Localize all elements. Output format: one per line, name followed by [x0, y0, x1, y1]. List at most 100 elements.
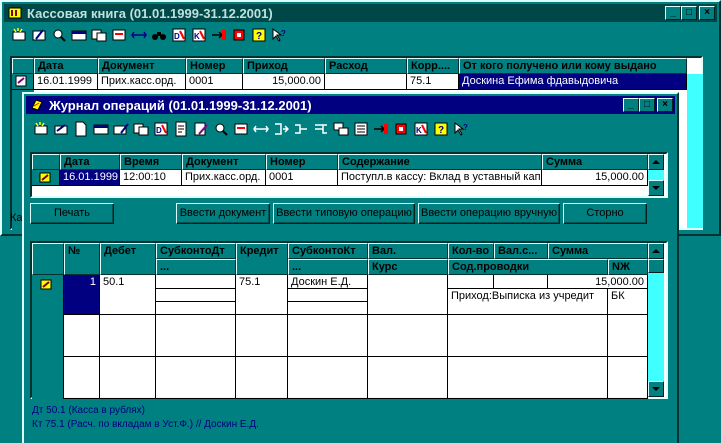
filter-icon[interactable]: [232, 120, 250, 138]
document-icon[interactable]: [72, 120, 90, 138]
col-nj[interactable]: NЖ: [608, 259, 648, 275]
cash-book-titlebar[interactable]: Кассовая книга (01.01.1999-31.12.2001) _…: [4, 4, 717, 22]
entries-scroll-down[interactable]: [648, 381, 664, 397]
cash-book-scrollbar[interactable]: [687, 74, 703, 228]
journal-titlebar[interactable]: Журнал операций (01.01.1999-31.12.2001) …: [26, 96, 675, 114]
cell-sum[interactable]: 15,000.00: [548, 275, 648, 289]
minimize-button[interactable]: _: [665, 6, 681, 20]
plan-icon[interactable]: [230, 26, 248, 44]
cell-number[interactable]: 0001: [186, 74, 243, 90]
close-button[interactable]: ×: [699, 6, 715, 20]
col-income[interactable]: Приход: [243, 58, 325, 74]
cell-subconto-kt-3[interactable]: [288, 302, 368, 315]
cell-expense[interactable]: [325, 74, 407, 90]
cell-date[interactable]: 16.01.1999: [60, 170, 120, 186]
windows-icon[interactable]: [332, 120, 350, 138]
col-debit[interactable]: Дебет: [100, 243, 156, 275]
find-icon[interactable]: [50, 26, 68, 44]
cell-document[interactable]: Прих.касс.орд.: [182, 170, 266, 186]
col-subconto-kt[interactable]: СубконтоКт: [288, 243, 368, 259]
col-whom[interactable]: От кого получено или кому выдано: [459, 58, 687, 74]
col-credit[interactable]: Кредит: [236, 243, 288, 275]
cell-subconto-dt-2[interactable]: [156, 289, 236, 302]
cell-content[interactable]: Поступл.в кассу: Вклад в уставный кап: [338, 170, 542, 186]
storno-button[interactable]: Сторно: [563, 203, 647, 224]
table-icon[interactable]: [92, 120, 110, 138]
edit-row-icon[interactable]: [112, 120, 130, 138]
col-document[interactable]: Документ: [98, 58, 186, 74]
cell-time[interactable]: 12:00:10: [120, 170, 182, 186]
help-icon[interactable]: ?: [250, 26, 268, 44]
journal-maximize-button[interactable]: □: [639, 98, 655, 112]
cell-n[interactable]: 1: [64, 275, 100, 315]
copy-icon[interactable]: [90, 26, 108, 44]
cell-corr[interactable]: 75.1: [407, 74, 459, 90]
plan-icon[interactable]: [392, 120, 410, 138]
dt-report-icon[interactable]: D: [152, 120, 170, 138]
kt-report-icon[interactable]: K: [190, 26, 208, 44]
col-content[interactable]: Содержание: [338, 154, 542, 170]
col-time[interactable]: Время: [120, 154, 182, 170]
post-icon[interactable]: [172, 120, 190, 138]
col-corr[interactable]: Корр....: [407, 58, 459, 74]
maximize-button[interactable]: □: [681, 6, 697, 20]
print-button[interactable]: Печать: [30, 203, 114, 224]
col-subconto-dt-more[interactable]: ...: [156, 259, 236, 275]
cell-subconto-kt-1[interactable]: Доскин Е.Д.: [288, 275, 368, 289]
copy-entry-icon[interactable]: [52, 120, 70, 138]
interval-icon[interactable]: [252, 120, 270, 138]
entries-grid[interactable]: № Дебет СубконтоДт ... Кредит СубконтоКт…: [30, 241, 668, 399]
kt-report-icon[interactable]: K: [412, 120, 430, 138]
edit-icon[interactable]: [30, 26, 48, 44]
new-icon[interactable]: [32, 120, 50, 138]
enter-typical-operation-button[interactable]: Ввести типовую операцию: [273, 203, 415, 224]
col-currency[interactable]: Вал.: [368, 243, 448, 259]
col-content[interactable]: Сод.проводки: [448, 259, 608, 275]
merge-icon[interactable]: [312, 120, 330, 138]
interval-icon[interactable]: [130, 26, 148, 44]
cell-subconto-dt-3[interactable]: [156, 302, 236, 315]
branch-icon[interactable]: [292, 120, 310, 138]
col-date[interactable]: Дата: [60, 154, 120, 170]
cell-credit[interactable]: 75.1: [236, 275, 288, 315]
cell-subconto-kt-2[interactable]: [288, 289, 368, 302]
list-icon[interactable]: [352, 120, 370, 138]
cell-qty[interactable]: [448, 275, 494, 289]
cell-cur-sum[interactable]: [494, 275, 548, 289]
cell-document[interactable]: Прих.касс.орд.: [98, 74, 186, 90]
journal-scroll-track[interactable]: [648, 170, 664, 180]
table-icon[interactable]: [70, 26, 88, 44]
cell-nj[interactable]: БК: [608, 289, 648, 315]
col-n[interactable]: №: [64, 243, 100, 275]
col-expense[interactable]: Расход: [325, 58, 407, 74]
col-date[interactable]: Дата: [34, 58, 98, 74]
cell-currency[interactable]: [368, 275, 448, 315]
cell-number[interactable]: 0001: [266, 170, 338, 186]
cell-whom[interactable]: Доскина Ефима фдавыдовича: [459, 74, 687, 90]
context-help-icon[interactable]: ?: [452, 120, 470, 138]
help-icon[interactable]: ?: [432, 120, 450, 138]
col-number[interactable]: Номер: [266, 154, 338, 170]
journal-grid[interactable]: Дата Время Документ Номер Содержание Сум…: [30, 152, 668, 198]
new-icon[interactable]: [10, 26, 28, 44]
binoculars-icon[interactable]: [150, 26, 168, 44]
entries-scroll-up[interactable]: [648, 243, 664, 259]
cell-content[interactable]: Приход:Выписка из учредит: [448, 289, 608, 315]
enter-manual-operation-button[interactable]: Ввести операцию вручную: [418, 203, 560, 224]
move-icon[interactable]: [372, 120, 390, 138]
find-icon[interactable]: [212, 120, 230, 138]
col-rate[interactable]: Курс: [368, 259, 448, 275]
col-qty[interactable]: Кол-во: [448, 243, 494, 259]
col-subconto-kt-more[interactable]: ...: [288, 259, 368, 275]
col-number[interactable]: Номер: [186, 58, 243, 74]
copy-icon[interactable]: [132, 120, 150, 138]
journal-close-button[interactable]: ×: [657, 98, 673, 112]
journal-scroll-up[interactable]: [648, 154, 664, 170]
col-sum[interactable]: Сумма: [542, 154, 648, 170]
cell-debit[interactable]: 50.1: [100, 275, 156, 315]
journal-scroll-down[interactable]: [648, 180, 664, 196]
cell-income[interactable]: 15,000.00: [243, 74, 325, 90]
dt-report-icon[interactable]: D: [170, 26, 188, 44]
col-subconto-dt[interactable]: СубконтоДт: [156, 243, 236, 259]
filter-icon[interactable]: [110, 26, 128, 44]
